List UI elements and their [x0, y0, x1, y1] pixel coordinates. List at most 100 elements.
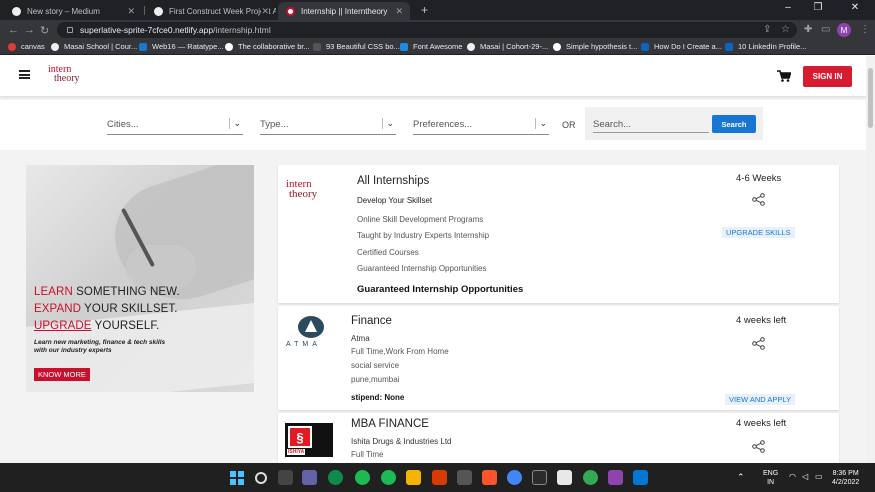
page-scrollbar[interactable]: [866, 56, 875, 463]
view-and-apply-link[interactable]: VIEW AND APPLY: [725, 394, 795, 405]
type-value: Type...: [260, 119, 289, 130]
hamburger-menu-icon[interactable]: [19, 70, 30, 79]
card-title[interactable]: All Internships: [357, 175, 429, 187]
bookmark-ratatype[interactable]: Web16 — Ratatype...: [139, 42, 224, 51]
chevron-down-icon: ⌄: [229, 118, 241, 129]
bookmark-linkedin-profile[interactable]: 10 LinkedIn Profile...: [725, 42, 806, 51]
bookmark-collaborative[interactable]: The collaborative br...: [225, 42, 310, 51]
file-explorer-icon[interactable]: [406, 470, 421, 485]
app-icon[interactable]: [532, 470, 547, 485]
interntheory-logo[interactable]: intern theory: [48, 65, 80, 84]
ishita-logo-text: ISHIYA: [287, 449, 306, 455]
duration-label: 4-6 Weeks: [736, 173, 782, 184]
promo-banner[interactable]: LEARN SOMETHING NEW. EXPAND YOUR SKILLSE…: [26, 165, 254, 392]
profile-avatar[interactable]: M: [837, 23, 851, 37]
office-icon[interactable]: [432, 470, 447, 485]
ishita-logo: § ISHIYA: [285, 423, 333, 457]
show-hidden-icons[interactable]: ⌃: [737, 471, 745, 483]
bookmark-linkedin-create[interactable]: How Do I Create a...: [641, 42, 722, 51]
forward-icon[interactable]: →: [24, 24, 35, 36]
card-point: Online Skill Development Programs: [357, 215, 484, 224]
card-company: Atma: [351, 334, 370, 343]
spotify-icon-2[interactable]: [381, 470, 396, 485]
address-bar[interactable]: superlative-sprite-7cfce0.netlify.app /i…: [57, 22, 797, 38]
share-icon[interactable]: [752, 440, 765, 453]
canvas-icon: [8, 42, 16, 51]
terminal-icon[interactable]: [457, 470, 472, 485]
app-icon-2[interactable]: [608, 470, 623, 485]
cities-select[interactable]: Cities... ⌄: [107, 116, 243, 135]
extensions-icon[interactable]: ✚: [804, 24, 812, 35]
task-view-icon[interactable]: [278, 470, 293, 485]
search-icon[interactable]: [255, 472, 267, 484]
preferences-select[interactable]: Preferences... ⌄: [413, 116, 549, 135]
linkedin-icon: [641, 42, 649, 51]
medium-icon: [154, 6, 163, 16]
minimize-button[interactable]: –: [773, 2, 803, 13]
language-indicator[interactable]: ENG IN: [763, 469, 778, 488]
bookmark-font-awesome[interactable]: Font Awesome: [400, 42, 462, 51]
bookmark-masai-course[interactable]: Masai School | Cour...: [51, 42, 137, 51]
bookmark-css[interactable]: 93 Beautiful CSS bo...: [313, 42, 400, 51]
edge-icon[interactable]: [328, 470, 343, 485]
site-header: intern theory SIGN IN: [0, 56, 866, 96]
bookmark-masai-cohort[interactable]: Masai | Cohort-29-...: [467, 42, 548, 51]
bookmark-label: 10 LinkedIn Profile...: [738, 42, 807, 51]
internship-card[interactable]: intern theory All Internships Develop You…: [278, 165, 839, 303]
back-icon[interactable]: ←: [8, 24, 19, 36]
card-title[interactable]: MBA FINANCE: [351, 418, 429, 430]
clock[interactable]: 8:36 PM 4/2/2022: [832, 469, 859, 488]
masai-icon: [51, 42, 59, 51]
close-tab-icon[interactable]: ✕: [261, 6, 269, 17]
cities-value: Cities...: [107, 119, 139, 130]
card-location: pune,mumbai: [351, 375, 400, 384]
battery-icon[interactable]: ▭: [815, 472, 823, 483]
volume-icon[interactable]: ◁: [802, 472, 808, 483]
bookmark-star-icon[interactable]: ☆: [781, 24, 790, 35]
teams-chat-icon[interactable]: [302, 470, 317, 485]
chrome-profile-icon[interactable]: [583, 470, 598, 485]
font-awesome-icon: [400, 42, 408, 51]
know-more-button[interactable]: KNOW MORE: [34, 368, 90, 381]
bookmark-canvas[interactable]: canvas: [8, 42, 45, 51]
url-host: superlative-sprite-7cfce0.netlify.app: [80, 25, 214, 35]
tab-first-construct[interactable]: First Construct Week Project At M ✕: [146, 2, 276, 20]
windows-start-icon[interactable]: [230, 471, 244, 485]
chrome-icon[interactable]: [507, 470, 522, 485]
shopping-cart-icon[interactable]: [777, 70, 791, 82]
internship-card[interactable]: ATMA Finance Atma Full Time,Work From Ho…: [278, 306, 839, 410]
close-tab-icon[interactable]: ✕: [127, 6, 135, 17]
interntheory-logo: intern theory: [286, 178, 318, 200]
scrollbar-thumb[interactable]: [868, 68, 873, 128]
search-button[interactable]: Search: [712, 115, 756, 133]
close-window-button[interactable]: ✕: [840, 2, 870, 13]
card-point: Certified Courses: [357, 248, 419, 257]
tab-interntheory[interactable]: Internship || Interntheory ✕: [278, 2, 410, 20]
card-title[interactable]: Finance: [351, 315, 392, 327]
brave-icon[interactable]: [482, 470, 497, 485]
card-mode: Full Time,Work From Home: [351, 347, 449, 356]
maximize-button[interactable]: ❐: [803, 2, 833, 13]
tab-title: New story – Medium: [27, 6, 100, 16]
sidebar-icon[interactable]: ▭: [821, 24, 830, 35]
internship-card[interactable]: § ISHIYA MBA FINANCE Ishita Drugs & Indu…: [278, 413, 839, 463]
spotify-icon[interactable]: [355, 470, 370, 485]
wifi-icon[interactable]: ◠: [789, 472, 796, 483]
close-tab-icon[interactable]: ✕: [395, 6, 403, 17]
search-input[interactable]: [593, 116, 709, 133]
sign-in-button[interactable]: SIGN IN: [803, 66, 852, 87]
new-tab-button[interactable]: +: [421, 3, 428, 17]
slack-icon[interactable]: [557, 470, 572, 485]
upgrade-skills-link[interactable]: UPGRADE SKILLS: [722, 227, 795, 238]
browser-toolbar: ← → ↻ superlative-sprite-7cfce0.netlify.…: [0, 20, 875, 40]
tab-medium[interactable]: New story – Medium ✕: [4, 2, 142, 20]
reload-icon[interactable]: ↻: [40, 24, 49, 37]
photos-icon[interactable]: [633, 470, 648, 485]
menu-kebab-icon[interactable]: ⋮: [860, 24, 870, 35]
bookmark-hypothesis[interactable]: Simple hypothesis t...: [553, 42, 637, 51]
bookmark-label: How Do I Create a...: [654, 42, 722, 51]
type-select[interactable]: Type... ⌄: [260, 116, 396, 135]
share-page-icon[interactable]: ⇪: [763, 24, 771, 35]
share-icon[interactable]: [752, 193, 765, 206]
share-icon[interactable]: [752, 337, 765, 350]
